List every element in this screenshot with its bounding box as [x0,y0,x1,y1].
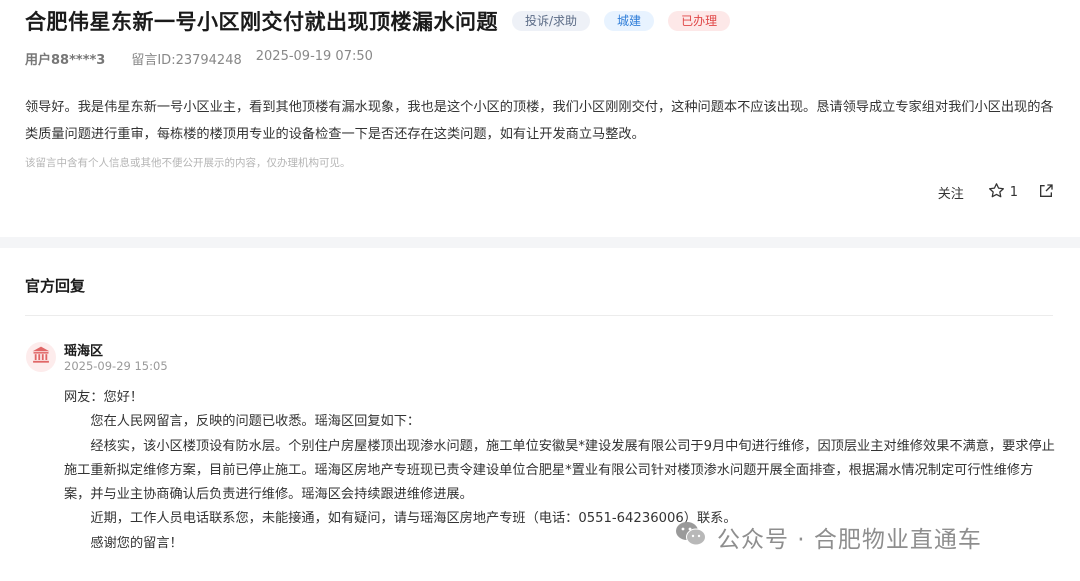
reply-department: 瑶海区 [64,344,104,359]
category-tag[interactable]: 投诉/求助 [512,11,591,31]
reply-paragraph: 经核实，该小区楼顶设有防水层。个别住户房屋楼顶出现渗水问题，施工单位安徽昊*建设… [64,438,1055,503]
watermark-text: 公众号 · 合肥物业直通车 [717,527,982,553]
like-button[interactable]: 1 [988,182,1018,203]
message-id: 留言ID:23794248 [131,53,242,68]
title-row: 合肥伟星东新一号小区刚交付就出现顶楼漏水问题 投诉/求助 城建 已办理 [25,6,731,36]
share-button[interactable] [1038,183,1054,203]
wechat-icon [675,520,707,554]
status-badge: 已办理 [668,11,731,31]
follow-button[interactable]: 关注 [938,183,964,202]
like-count: 1 [1009,185,1018,200]
government-building-icon [31,345,51,369]
message-meta: 用户88****3 留言ID:23794248 2025-09-19 07:50 [25,49,373,68]
author-name: 用户88****3 [25,53,106,68]
page-title: 合肥伟星东新一号小区刚交付就出现顶楼漏水问题 [25,10,498,34]
share-icon [1038,183,1054,203]
divider [25,315,1053,316]
privacy-note: 该留言中含有个人信息或其他不便公开展示的内容，仅办理机构可见。 [25,157,351,169]
message-content: 领导好。我是伟星东新一号小区业主，看到其他顶楼有漏水现象，我也是这个小区的顶楼，… [25,100,1054,142]
message-datetime: 2025-09-19 07:50 [255,49,373,64]
message-actions: 关注 1 [938,182,1054,203]
watermark: 公众号 · 合肥物业直通车 [675,520,982,554]
star-icon [988,182,1005,203]
reply-datetime: 2025-09-29 15:05 [64,359,168,373]
avatar [26,342,56,372]
field-tag[interactable]: 城建 [604,11,655,31]
section-separator [0,237,1080,248]
reply-greeting: 网友：您好！ [64,390,144,405]
reply-paragraph: 您在人民网留言，反映的问题已收悉。瑶海区回复如下： [90,414,421,430]
reply-section-heading: 官方回复 [25,277,86,295]
